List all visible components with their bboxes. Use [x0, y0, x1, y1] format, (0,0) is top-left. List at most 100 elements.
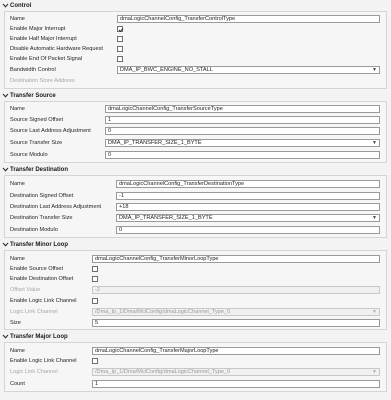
enable-major-interrupt-label: Enable Major Interrupt	[10, 26, 66, 32]
dropdown-arrow-icon: ▼	[372, 309, 377, 315]
logic-link-channel-select: /Dma_Ip_1/Dma/MclConfig/dmaLogicChannel_…	[92, 308, 380, 316]
minor-loop-name-row: Name dmaLogicChannelConfig_TransferMinor…	[5, 255, 386, 264]
section-header-transfer-minor-loop[interactable]: Transfer Minor Loop	[0, 240, 391, 249]
enable-destination-offset-row: Enable Destination Offset	[5, 275, 386, 284]
logic-link-channel-label: Logic Link Channel	[10, 309, 58, 315]
section-header-transfer-major-loop[interactable]: Transfer Major Loop	[0, 332, 391, 341]
disable-auto-hw-request-row: Disable Automatic Hardware Request	[5, 45, 386, 54]
logic-link-channel-value: /Dma_Ip_1/Dma/MclConfig/dmaLogicChannel_…	[95, 309, 231, 315]
dropdown-arrow-icon[interactable]: ▼	[372, 216, 377, 221]
dropdown-arrow-icon[interactable]: ▼	[372, 141, 377, 146]
section-header-control[interactable]: Control	[0, 1, 391, 10]
name-field[interactable]: dmaLogicChannelConfig_TransferSourceType	[105, 105, 380, 113]
major-loop-name-row: Name dmaLogicChannelConfig_TransferMajor…	[5, 347, 386, 356]
chevron-down-icon[interactable]	[0, 334, 10, 339]
destination-modulo-field[interactable]: 0	[116, 226, 380, 234]
source-modulo-field[interactable]: 0	[105, 151, 380, 159]
name-field[interactable]: dmaLogicChannelConfig_TransferControlTyp…	[117, 15, 380, 23]
destination-transfer-size-label: Destination Transfer Size	[10, 215, 73, 221]
enable-half-major-interrupt-checkbox[interactable]	[117, 36, 123, 42]
source-modulo-label: Source Modulo	[10, 152, 48, 158]
dropdown-arrow-icon[interactable]: ▼	[372, 68, 377, 73]
enable-half-major-interrupt-row: Enable Half Major Interrupt	[5, 35, 386, 44]
section-header-transfer-destination[interactable]: Transfer Destination	[0, 165, 391, 174]
enable-destination-offset-label: Enable Destination Offset	[10, 276, 74, 282]
enable-logic-link-checkbox[interactable]	[92, 298, 98, 304]
section-header-transfer-source[interactable]: Transfer Source	[0, 91, 391, 100]
destination-name-row: Name dmaLogicChannelConfig_TransferDesti…	[5, 180, 386, 189]
destination-last-addr-adj-field[interactable]: +18	[116, 203, 380, 211]
disable-auto-hw-request-checkbox[interactable]	[117, 46, 123, 52]
destination-modulo-label: Destination Modulo	[10, 227, 58, 233]
source-transfer-size-row: Source Transfer Size DMA_IP_TRANSFER_SIZ…	[5, 139, 386, 148]
enable-logic-link-label: Enable Logic Link Channel	[10, 358, 77, 364]
enable-end-of-packet-label: Enable End Of Packet Signal	[10, 56, 83, 62]
enable-major-interrupt-checkbox[interactable]	[117, 26, 124, 33]
destination-signed-offset-field[interactable]: -1	[116, 192, 380, 200]
source-signed-offset-row: Source Signed Offset 1	[5, 116, 386, 125]
control-group: Name dmaLogicChannelConfig_TransferContr…	[4, 11, 387, 89]
destination-signed-offset-row: Destination Signed Offset -1	[5, 192, 386, 201]
logic-link-channel-select: /Dma_Ip_1/Dma/MclConfig/dmaLogicChannel_…	[92, 368, 380, 376]
transfer-source-group: Name dmaLogicChannelConfig_TransferSourc…	[4, 101, 387, 163]
destination-transfer-size-row: Destination Transfer Size DMA_IP_TRANSFE…	[5, 214, 386, 223]
source-name-row: Name dmaLogicChannelConfig_TransferSourc…	[5, 105, 386, 114]
count-label: Count	[10, 381, 25, 387]
enable-source-offset-label: Enable Source Offset	[10, 266, 64, 272]
destination-signed-offset-label: Destination Signed Offset	[10, 193, 74, 199]
transfer-major-loop-group: Name dmaLogicChannelConfig_TransferMajor…	[4, 342, 387, 392]
chevron-down-icon[interactable]	[0, 167, 10, 172]
offset-value-field: -2	[92, 286, 380, 294]
source-last-addr-adj-row: Source Last Address Adjustment 0	[5, 127, 386, 136]
chevron-down-icon[interactable]	[0, 3, 10, 8]
configuration-panel: Control Name dmaLogicChannelConfig_Trans…	[0, 0, 391, 400]
enable-logic-link-checkbox[interactable]	[92, 358, 98, 364]
source-transfer-size-select[interactable]: DMA_IP_TRANSFER_SIZE_1_BYTE ▼	[105, 139, 380, 147]
enable-source-offset-checkbox[interactable]	[92, 266, 98, 272]
count-field[interactable]: 1	[92, 380, 380, 388]
name-field[interactable]: dmaLogicChannelConfig_TransferMajorLoopT…	[92, 347, 380, 355]
name-label: Name	[10, 256, 25, 262]
chevron-down-icon[interactable]	[0, 93, 10, 98]
size-label: Size	[10, 320, 21, 326]
bandwidth-control-label: Bandwidth Control	[10, 67, 56, 73]
source-modulo-row: Source Modulo 0	[5, 151, 386, 160]
major-count-row: Count 1	[5, 380, 386, 389]
logic-link-channel-value: /Dma_Ip_1/Dma/MclConfig/dmaLogicChannel_…	[95, 369, 231, 375]
dest-store-address-row: Destination Store Address	[5, 77, 386, 86]
name-label: Name	[10, 106, 25, 112]
enable-major-interrupt-row: Enable Major Interrupt	[5, 25, 386, 34]
major-enable-logic-link-row: Enable Logic Link Channel	[5, 357, 386, 366]
destination-transfer-size-select[interactable]: DMA_IP_TRANSFER_SIZE_1_BYTE ▼	[116, 214, 380, 222]
destination-transfer-size-value: DMA_IP_TRANSFER_SIZE_1_BYTE	[119, 215, 213, 221]
logic-link-channel-label: Logic Link Channel	[10, 369, 58, 375]
major-logic-link-channel-row: Logic Link Channel /Dma_Ip_1/Dma/MclConf…	[5, 368, 386, 377]
bandwidth-control-select[interactable]: DMA_IP_BWC_ENGINE_NO_STALL ▼	[117, 66, 380, 74]
section-title: Control	[10, 2, 32, 9]
minor-logic-link-channel-row: Logic Link Channel /Dma_Ip_1/Dma/MclConf…	[5, 308, 386, 317]
enable-source-offset-row: Enable Source Offset	[5, 265, 386, 274]
disable-auto-hw-request-label: Disable Automatic Hardware Request	[10, 46, 103, 52]
name-field[interactable]: dmaLogicChannelConfig_TransferDestinatio…	[116, 180, 380, 188]
source-transfer-size-value: DMA_IP_TRANSFER_SIZE_1_BYTE	[108, 140, 202, 146]
dest-store-address-field	[117, 77, 380, 85]
offset-value-label: Offset Value	[10, 287, 41, 293]
enable-end-of-packet-row: Enable End Of Packet Signal	[5, 55, 386, 64]
minor-size-row: Size 5	[5, 319, 386, 328]
transfer-minor-loop-group: Name dmaLogicChannelConfig_TransferMinor…	[4, 250, 387, 330]
dropdown-arrow-icon: ▼	[372, 369, 377, 375]
source-signed-offset-field[interactable]: 1	[105, 116, 380, 124]
enable-destination-offset-checkbox[interactable]	[92, 276, 98, 282]
bandwidth-control-row: Bandwidth Control DMA_IP_BWC_ENGINE_NO_S…	[5, 66, 386, 75]
name-field[interactable]: dmaLogicChannelConfig_TransferMinorLoopT…	[92, 255, 380, 263]
size-field[interactable]: 5	[92, 319, 380, 327]
enable-logic-link-label: Enable Logic Link Channel	[10, 298, 77, 304]
chevron-down-icon[interactable]	[0, 242, 10, 247]
destination-modulo-row: Destination Modulo 0	[5, 226, 386, 235]
section-title: Transfer Source	[10, 92, 56, 99]
name-label: Name	[10, 348, 25, 354]
name-label: Name	[10, 16, 25, 22]
source-last-addr-adj-field[interactable]: 0	[105, 127, 380, 135]
enable-end-of-packet-checkbox[interactable]	[117, 56, 123, 62]
source-last-addr-adj-label: Source Last Address Adjustment	[10, 128, 91, 134]
